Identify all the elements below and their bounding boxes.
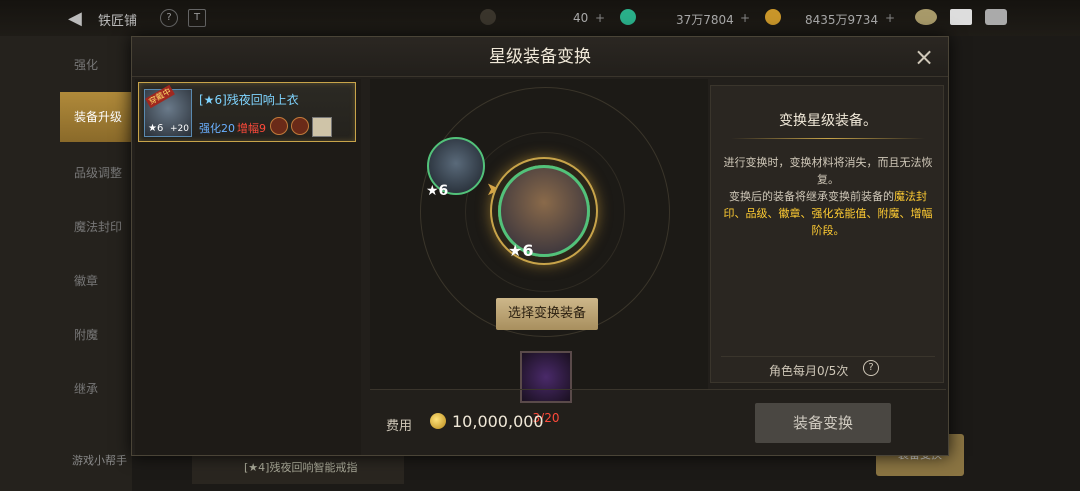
target-star-level: ★6 bbox=[508, 241, 534, 260]
sidebar-item-grade[interactable]: 品级调整 bbox=[60, 148, 132, 198]
bag-icon[interactable] bbox=[915, 9, 937, 25]
transfer-area: ★6 ➤ ★6 选择变换装备 3/20 bbox=[370, 79, 708, 425]
cost-label: 费用 bbox=[386, 419, 413, 434]
equipment-list: 穿戴中 ★6 +20 [★6]残夜回响上衣 强化20 增幅9 bbox=[135, 79, 361, 455]
monthly-limit: 角色每月0/5次 bbox=[769, 364, 849, 378]
divider bbox=[731, 138, 925, 139]
equipped-badge: 穿戴中 bbox=[145, 84, 175, 109]
close-icon[interactable]: × bbox=[912, 45, 936, 69]
top-bar: ◀ 铁匠铺 ? T 40 + 37万7804 + 8435万9734 + bbox=[0, 0, 1080, 36]
divider bbox=[721, 356, 935, 357]
arrow-icon: ➤ bbox=[486, 179, 502, 200]
emblem-icon bbox=[270, 117, 288, 135]
back-arrow-icon[interactable]: ◀ bbox=[68, 8, 82, 29]
list-item[interactable]: 穿戴中 ★6 +20 [★6]残夜回响上衣 强化20 增幅9 bbox=[138, 82, 356, 142]
gem-count: 40 bbox=[573, 11, 589, 25]
book-icon[interactable]: T bbox=[188, 9, 206, 27]
material-icon[interactable] bbox=[520, 351, 572, 403]
transform-modal: 星级装备变换 × 穿戴中 ★6 +20 [★6]残夜回响上衣 强化20 增幅9 … bbox=[131, 36, 949, 456]
star-level: ★6 bbox=[148, 123, 164, 134]
info-description: 进行变换时，变换材料将消失，而且无法恢复。 变换后的装备将继承变换前装备的魔法封… bbox=[723, 156, 933, 237]
info-title: 变换星级装备。 bbox=[779, 113, 877, 129]
currency-2: 8435万9734 bbox=[805, 13, 879, 27]
gold-coin-icon bbox=[430, 413, 446, 429]
select-equipment-button[interactable]: 选择变换装备 bbox=[496, 298, 598, 330]
sidebar-item-enhance[interactable]: 强化 bbox=[60, 40, 132, 90]
armor-icon: 穿戴中 ★6 +20 bbox=[144, 84, 192, 137]
info-panel: 变换星级装备。 进行变换时，变换材料将消失，而且无法恢复。 变换后的装备将继承变… bbox=[710, 85, 944, 383]
moon-icon bbox=[480, 9, 496, 25]
mail-icon[interactable] bbox=[950, 9, 972, 25]
item-name: [★6]残夜回响上衣 bbox=[199, 93, 299, 107]
sidebar-item-emblem[interactable]: 徽章 bbox=[60, 256, 132, 306]
crystal-icon bbox=[620, 9, 636, 25]
divider bbox=[370, 389, 946, 390]
source-star-level: ★6 bbox=[426, 183, 449, 199]
chat-icon[interactable] bbox=[985, 9, 1007, 25]
emblem-icon bbox=[291, 117, 309, 135]
item-amp: 增幅9 bbox=[237, 122, 266, 135]
add-currency-2-button[interactable]: + bbox=[885, 11, 895, 25]
help-icon[interactable]: ? bbox=[160, 9, 178, 27]
question-icon[interactable]: ? bbox=[863, 360, 879, 376]
add-gem-button[interactable]: + bbox=[595, 11, 605, 25]
sidebar-item-seal[interactable]: 魔法封印 bbox=[60, 202, 132, 252]
shop-title: 铁匠铺 bbox=[98, 14, 138, 29]
modal-header: 星级装备变换 × bbox=[132, 37, 948, 77]
modal-title: 星级装备变换 bbox=[489, 47, 591, 67]
gold-coin-icon bbox=[765, 9, 781, 25]
sidebar-item-inherit[interactable]: 继承 bbox=[60, 364, 132, 414]
card-icon bbox=[312, 117, 332, 137]
add-currency-1-button[interactable]: + bbox=[740, 11, 750, 25]
currency-1: 37万7804 bbox=[676, 13, 734, 27]
background-item-label: [★4]残夜回响智能戒指 bbox=[244, 461, 358, 474]
item-enhance: 强化20 bbox=[199, 122, 235, 135]
cost-value: 10,000,000 bbox=[452, 412, 544, 431]
game-helper-link[interactable]: 游戏小帮手 bbox=[72, 452, 127, 468]
item-enhance-level: +20 bbox=[170, 124, 189, 134]
convert-equipment-button[interactable]: 装备变换 bbox=[755, 403, 891, 443]
sidebar-item-upgrade[interactable]: 装备升级 bbox=[60, 92, 132, 142]
sidebar-item-enchant[interactable]: 附魔 bbox=[60, 310, 132, 360]
